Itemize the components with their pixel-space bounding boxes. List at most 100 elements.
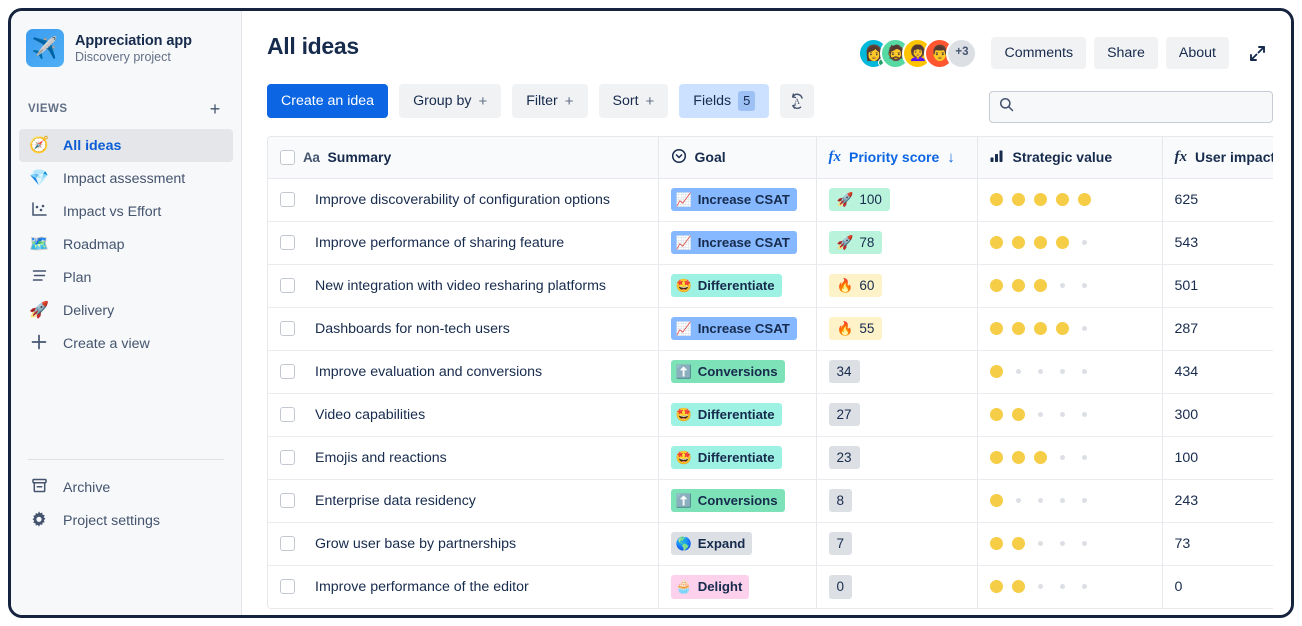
sidebar-item-project-settings[interactable]: Project settings (19, 504, 233, 537)
rating-dot-filled[interactable] (1056, 193, 1069, 206)
cell-summary[interactable]: Video capabilities (268, 393, 658, 436)
cell-summary[interactable]: Improve discoverability of configuration… (268, 178, 658, 221)
cell-priority-score[interactable]: 🚀100 (816, 178, 977, 221)
rating-dot-filled[interactable] (1012, 236, 1025, 249)
cell-summary[interactable]: Emojis and reactions (268, 436, 658, 479)
rating-dot-empty[interactable] (1060, 369, 1065, 374)
cell-strategic-value[interactable] (977, 522, 1162, 565)
cell-priority-score[interactable]: 7 (816, 522, 977, 565)
row-checkbox[interactable] (280, 407, 295, 422)
rating-dot-empty[interactable] (1038, 369, 1043, 374)
cell-goal[interactable]: 📈Increase CSAT (658, 178, 816, 221)
rating-dot-filled[interactable] (1034, 322, 1047, 335)
rating-dot-empty[interactable] (1082, 240, 1087, 245)
cell-priority-score[interactable]: 23 (816, 436, 977, 479)
rating-dot-filled[interactable] (1078, 193, 1091, 206)
column-header-summary[interactable]: Aa Summary (268, 137, 658, 178)
select-all-checkbox[interactable] (280, 150, 295, 165)
rating-dot-filled[interactable] (1012, 279, 1025, 292)
table-row[interactable]: Emojis and reactions🤩Differentiate23100 (268, 436, 1273, 479)
group-by-button[interactable]: Group by + (399, 84, 501, 118)
cell-goal[interactable]: ⬆️Conversions (658, 350, 816, 393)
rating-dot-filled[interactable] (990, 451, 1003, 464)
rating-dot-empty[interactable] (1060, 584, 1065, 589)
rating-dot-empty[interactable] (1038, 498, 1043, 503)
cell-goal[interactable]: ⬆️Conversions (658, 479, 816, 522)
rating-dot-filled[interactable] (1034, 279, 1047, 292)
comments-button[interactable]: Comments (991, 37, 1086, 69)
avatar-overflow-count[interactable]: +3 (946, 38, 977, 69)
rating-dot-filled[interactable] (990, 408, 1003, 421)
rating-dot-filled[interactable] (1012, 408, 1025, 421)
rating-dot-empty[interactable] (1082, 326, 1087, 331)
cell-summary[interactable]: Enterprise data residency (268, 479, 658, 522)
cell-user-impact[interactable]: 100 (1162, 436, 1273, 479)
add-view-button[interactable]: + (206, 100, 224, 118)
rating-dot-filled[interactable] (990, 236, 1003, 249)
table-row[interactable]: New integration with video resharing pla… (268, 264, 1273, 307)
rating-dot-filled[interactable] (1012, 580, 1025, 593)
rating-dot-filled[interactable] (1012, 322, 1025, 335)
table-row[interactable]: Grow user base by partnerships🌎Expand773 (268, 522, 1273, 565)
fields-button[interactable]: Fields 5 (679, 84, 769, 118)
rating-dot-filled[interactable] (1056, 322, 1069, 335)
cell-user-impact[interactable]: 543 (1162, 221, 1273, 264)
cell-summary[interactable]: Dashboards for non-tech users (268, 307, 658, 350)
table-row[interactable]: Improve performance of the editor🧁Deligh… (268, 565, 1273, 608)
cell-priority-score[interactable]: 34 (816, 350, 977, 393)
table-row[interactable]: Improve discoverability of configuration… (268, 178, 1273, 221)
rating-dot-empty[interactable] (1082, 541, 1087, 546)
cell-priority-score[interactable]: 0 (816, 565, 977, 608)
rating-dot-empty[interactable] (1082, 283, 1087, 288)
cell-user-impact[interactable]: 243 (1162, 479, 1273, 522)
rating-dot-filled[interactable] (1056, 236, 1069, 249)
rating-dot-filled[interactable] (990, 279, 1003, 292)
cell-goal[interactable]: 🤩Differentiate (658, 264, 816, 307)
rating-dot-filled[interactable] (1012, 193, 1025, 206)
cell-strategic-value[interactable] (977, 307, 1162, 350)
rating-dot-empty[interactable] (1060, 541, 1065, 546)
create-an-idea-button[interactable]: Create an idea (267, 84, 388, 118)
cell-strategic-value[interactable] (977, 264, 1162, 307)
row-checkbox[interactable] (280, 493, 295, 508)
cell-strategic-value[interactable] (977, 393, 1162, 436)
cell-goal[interactable]: 🌎Expand (658, 522, 816, 565)
rating-dot-empty[interactable] (1082, 498, 1087, 503)
cell-strategic-value[interactable] (977, 436, 1162, 479)
brand-header[interactable]: ✈️ Appreciation app Discovery project (11, 29, 241, 67)
row-checkbox[interactable] (280, 278, 295, 293)
cell-strategic-value[interactable] (977, 479, 1162, 522)
rating-dot-empty[interactable] (1038, 541, 1043, 546)
cell-goal[interactable]: 🤩Differentiate (658, 393, 816, 436)
row-checkbox[interactable] (280, 536, 295, 551)
sidebar-item-impact-assessment[interactable]: 💎 Impact assessment (19, 162, 233, 195)
cell-priority-score[interactable]: 🚀78 (816, 221, 977, 264)
cell-user-impact[interactable]: 625 (1162, 178, 1273, 221)
rating-dot-empty[interactable] (1082, 369, 1087, 374)
cell-user-impact[interactable]: 287 (1162, 307, 1273, 350)
sidebar-item-impact-vs-effort[interactable]: Impact vs Effort (19, 195, 233, 228)
table-row[interactable]: Improve performance of sharing feature📈I… (268, 221, 1273, 264)
row-checkbox[interactable] (280, 321, 295, 336)
cell-summary[interactable]: Improve evaluation and conversions (268, 350, 658, 393)
rating-dot-empty[interactable] (1016, 369, 1021, 374)
rating-dot-empty[interactable] (1082, 584, 1087, 589)
autofill-icon[interactable]: A (780, 84, 814, 118)
sidebar-item-roadmap[interactable]: 🗺️ Roadmap (19, 228, 233, 261)
expand-icon[interactable] (1241, 37, 1273, 69)
cell-priority-score[interactable]: 8 (816, 479, 977, 522)
row-checkbox[interactable] (280, 450, 295, 465)
cell-summary[interactable]: Improve performance of sharing feature (268, 221, 658, 264)
filter-button[interactable]: Filter + (512, 84, 587, 118)
column-header-user-impact[interactable]: fx User impact (1162, 137, 1273, 178)
rating-dot-empty[interactable] (1038, 412, 1043, 417)
sidebar-item-delivery[interactable]: 🚀 Delivery (19, 294, 233, 327)
rating-dot-filled[interactable] (1012, 537, 1025, 550)
rating-dot-filled[interactable] (1012, 451, 1025, 464)
cell-user-impact[interactable]: 434 (1162, 350, 1273, 393)
rating-dot-empty[interactable] (1060, 498, 1065, 503)
rating-dot-filled[interactable] (1034, 236, 1047, 249)
table-row[interactable]: Video capabilities🤩Differentiate27300 (268, 393, 1273, 436)
sidebar-item-all-ideas[interactable]: 🧭 All ideas (19, 129, 233, 162)
rating-dot-filled[interactable] (990, 537, 1003, 550)
